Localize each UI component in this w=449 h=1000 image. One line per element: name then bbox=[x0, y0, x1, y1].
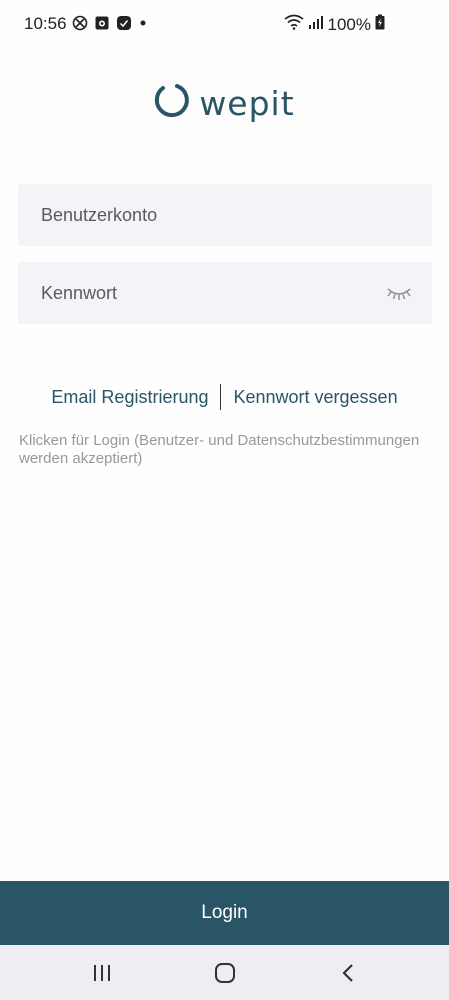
account-field[interactable] bbox=[18, 184, 432, 246]
notification-app-icon bbox=[94, 15, 110, 36]
links-row: Email Registrierung Kennwort vergessen bbox=[0, 384, 449, 410]
password-input[interactable] bbox=[41, 282, 371, 304]
wifi-icon bbox=[284, 14, 304, 35]
home-icon[interactable] bbox=[205, 953, 245, 993]
login-button[interactable]: Login bbox=[0, 881, 449, 945]
logo-ring-icon bbox=[153, 82, 191, 125]
eye-closed-icon[interactable] bbox=[386, 284, 412, 307]
status-right: 100% bbox=[284, 14, 385, 35]
recent-apps-icon[interactable] bbox=[82, 953, 122, 993]
status-bar: 10:56 100% bbox=[0, 0, 449, 50]
password-field[interactable] bbox=[18, 262, 432, 324]
terms-text: Klicken für Login (Benutzer- und Datensc… bbox=[19, 432, 420, 467]
system-nav-bar bbox=[0, 945, 449, 1000]
status-icons-left bbox=[72, 15, 148, 36]
email-register-link[interactable]: Email Registrierung bbox=[51, 387, 208, 408]
forgot-password-link[interactable]: Kennwort vergessen bbox=[233, 387, 397, 408]
messaging-icon bbox=[116, 15, 132, 36]
logo-text: wepit bbox=[199, 83, 295, 123]
status-time: 10:56 bbox=[24, 14, 67, 33]
back-icon[interactable] bbox=[328, 953, 368, 993]
account-input[interactable] bbox=[41, 204, 371, 226]
link-divider bbox=[220, 384, 222, 410]
dot-icon bbox=[138, 15, 148, 36]
app-logo: wepit bbox=[112, 64, 336, 142]
battery-charging-icon bbox=[375, 14, 385, 35]
battery-text: 100% bbox=[327, 14, 371, 34]
signal-icon bbox=[308, 14, 324, 35]
no-disturb-icon bbox=[72, 15, 88, 36]
